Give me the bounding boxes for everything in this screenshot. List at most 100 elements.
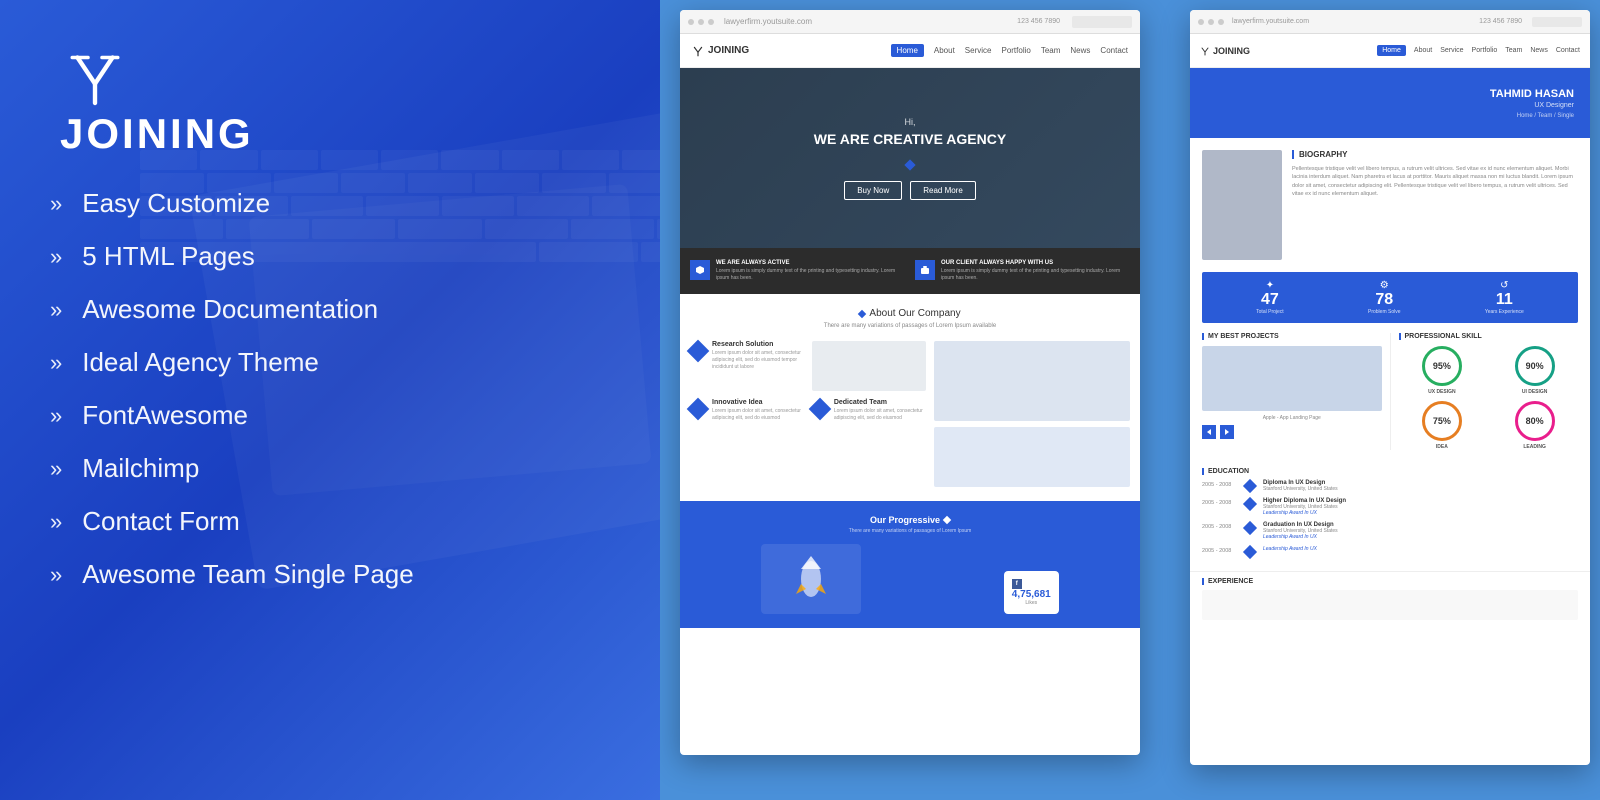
about-keyboard-image bbox=[934, 427, 1130, 487]
problem-solve-val: 78 bbox=[1368, 291, 1401, 309]
s-nav-service: Service bbox=[1440, 47, 1463, 54]
skill-name-ui: UI DESIGN bbox=[1491, 389, 1578, 395]
s-nav-home: Home bbox=[1377, 45, 1406, 56]
s-browser-dot bbox=[1208, 19, 1214, 25]
problem-icon: ⚙ bbox=[1368, 280, 1401, 291]
skill-circle-ui: 90% bbox=[1515, 346, 1555, 386]
edu-dot-3 bbox=[1243, 521, 1257, 535]
feature-label-easy-customize: Easy Customize bbox=[82, 188, 270, 219]
edu-info-4: Leadership Award In UX bbox=[1263, 546, 1578, 552]
about-images bbox=[934, 341, 1130, 487]
total-project-label: Total Project bbox=[1256, 309, 1284, 315]
s-browser-dot bbox=[1218, 19, 1224, 25]
skill-name-leading: LEADING bbox=[1491, 444, 1578, 450]
project-icon: ✦ bbox=[1256, 280, 1284, 291]
about-feat-title-1: Research Solution bbox=[712, 341, 804, 348]
feature-label-team-page: Awesome Team Single Page bbox=[82, 559, 413, 590]
stat-icon-client bbox=[915, 260, 935, 280]
browser-dot bbox=[698, 19, 704, 25]
edu-info-3: Graduation In UX Design Stanford Univers… bbox=[1263, 522, 1578, 540]
browser-search-box bbox=[1072, 16, 1132, 28]
secondary-nav: Home About Service Portfolio Team News C… bbox=[1377, 45, 1580, 56]
brand-name: JOINING bbox=[60, 110, 254, 158]
s-logo-text: JOINING bbox=[1213, 46, 1250, 56]
edu-item-1: 2005 - 2008 Diploma In UX Design Stanfor… bbox=[1202, 480, 1578, 492]
project-thumbnail bbox=[1202, 346, 1382, 411]
progressive-subtext: There are many variations of passages of… bbox=[690, 528, 1130, 534]
feature-item-easy-customize: » Easy Customize bbox=[30, 188, 660, 219]
experience-icon: ↺ bbox=[1485, 280, 1524, 291]
skill-ux-design: 95% UX DESIGN bbox=[1399, 346, 1486, 395]
preview-main: lawyerfirm.youtsuite.com 123 456 7890 JO… bbox=[680, 10, 1140, 755]
progressive-heading-text: Our Progressive bbox=[870, 515, 940, 525]
stat-item-active: WE ARE ALWAYS ACTIVE Lorem ipsum is simp… bbox=[690, 260, 905, 282]
about-feature-dedicated: Dedicated Team Lorem ipsum dolor sit ame… bbox=[812, 399, 926, 422]
edu-year-2: 2005 - 2008 bbox=[1202, 498, 1237, 506]
stat-text-client: OUR CLIENT ALWAYS HAPPY WITH US Lorem ip… bbox=[941, 260, 1130, 282]
s-nav-news: News bbox=[1530, 47, 1548, 54]
browser-url: lawyerfirm.youtsuite.com bbox=[724, 17, 1005, 26]
about-feat-desc-1: Lorem ipsum dolor sit amet, consectetur … bbox=[712, 350, 804, 371]
about-feat-text-2: Innovative Idea Lorem ipsum dolor sit am… bbox=[712, 399, 804, 422]
bio-section: BIOGRAPHY Pellentesque tristique velit v… bbox=[1190, 138, 1590, 272]
feature-item-fontawesome: » FontAwesome bbox=[30, 400, 660, 431]
feature-item-team-page: » Awesome Team Single Page bbox=[30, 559, 660, 590]
about-feat-desc-2: Lorem ipsum dolor sit amet, consectetur … bbox=[712, 408, 804, 422]
facebook-icon-row: f bbox=[1012, 579, 1051, 589]
feature-label-ideal-agency: Ideal Agency Theme bbox=[82, 347, 319, 378]
profile-hero: TAHMID HASAN UX Designer Home / Team / S… bbox=[1190, 68, 1590, 138]
left-arrow-icon bbox=[1206, 429, 1212, 435]
hero-read-btn[interactable]: Read More bbox=[910, 181, 976, 200]
about-feat-title-2: Innovative Idea bbox=[712, 399, 804, 406]
projects-column: MY BEST PROJECTS Apple - App Landing Pag… bbox=[1202, 333, 1390, 450]
hero-buy-btn[interactable]: Buy Now bbox=[844, 181, 902, 200]
right-panel: lawyerfirm.youtsuite.com 123 456 7890 JO… bbox=[660, 0, 1600, 800]
feature-item-documentation: » Awesome Documentation bbox=[30, 294, 660, 325]
stat-title-active: WE ARE ALWAYS ACTIVE bbox=[716, 260, 905, 266]
about-feat-desc-3: Lorem ipsum dolor sit amet, consectetur … bbox=[834, 408, 926, 422]
stat-desc-client: Lorem ipsum is simply dummy text of the … bbox=[941, 268, 1130, 282]
browser-dot bbox=[688, 19, 694, 25]
nav-contact: Contact bbox=[1100, 46, 1128, 55]
progressive-section: Our Progressive There are many variation… bbox=[680, 501, 1140, 628]
profile-name: TAHMID HASAN bbox=[1490, 88, 1574, 100]
chevron-icon-6: » bbox=[50, 456, 62, 482]
problem-solve-label: Problem Solve bbox=[1368, 309, 1401, 315]
social-likes-count: 4,75,681 bbox=[1012, 589, 1051, 600]
chevron-icon-3: » bbox=[50, 297, 62, 323]
skill-name-ux: UX DESIGN bbox=[1399, 389, 1486, 395]
s-nav-team: Team bbox=[1505, 47, 1522, 54]
shield-icon bbox=[695, 265, 705, 275]
about-image-placeholder bbox=[812, 341, 926, 391]
stat-title-client: OUR CLIENT ALWAYS HAPPY WITH US bbox=[941, 260, 1130, 266]
experience-section: EXPERIENCE bbox=[1190, 571, 1590, 626]
feature-item-html-pages: » 5 HTML Pages bbox=[30, 241, 660, 272]
progressive-content: f 4,75,681 Likes bbox=[690, 544, 1130, 614]
skill-circle-ux: 95% bbox=[1422, 346, 1462, 386]
skills-title: PROFESSIONAL SKILL bbox=[1399, 333, 1579, 340]
experience-val: 11 bbox=[1485, 291, 1524, 309]
next-arrow[interactable] bbox=[1220, 425, 1234, 439]
edu-info-2: Higher Diploma In UX Design Stanford Uni… bbox=[1263, 498, 1578, 516]
s-browser-search bbox=[1532, 17, 1582, 27]
about-feature-research: Research Solution Lorem ipsum dolor sit … bbox=[690, 341, 804, 391]
secondary-logo: JOINING bbox=[1200, 46, 1250, 56]
projects-skills-section: MY BEST PROJECTS Apple - App Landing Pag… bbox=[1190, 323, 1590, 460]
about-heading-text: About Our Company bbox=[869, 308, 960, 319]
skill-leading: 80% LEADING bbox=[1491, 401, 1578, 450]
browser-dot bbox=[708, 19, 714, 25]
social-likes-label: Likes bbox=[1012, 600, 1051, 606]
chevron-icon-4: » bbox=[50, 350, 62, 376]
prev-arrow[interactable] bbox=[1202, 425, 1216, 439]
skill-ui-design: 90% UI DESIGN bbox=[1491, 346, 1578, 395]
facebook-f: f bbox=[1012, 579, 1022, 589]
chevron-icon-7: » bbox=[50, 509, 62, 535]
edu-item-2: 2005 - 2008 Higher Diploma In UX Design … bbox=[1202, 498, 1578, 516]
edu-info-1: Diploma In UX Design Stanford University… bbox=[1263, 480, 1578, 492]
about-feat-text-1: Research Solution Lorem ipsum dolor sit … bbox=[712, 341, 804, 391]
skill-circles-grid: 95% UX DESIGN 90% UI DESIGN 75% IDEA 80%… bbox=[1399, 346, 1579, 450]
s-browser-phone: 123 456 7890 bbox=[1479, 18, 1522, 25]
feature-list: » Easy Customize » 5 HTML Pages » Awesom… bbox=[0, 188, 660, 590]
stat-desc-active: Lorem ipsum is simply dummy text of the … bbox=[716, 268, 905, 282]
main-browser-bar: lawyerfirm.youtsuite.com 123 456 7890 bbox=[680, 10, 1140, 34]
